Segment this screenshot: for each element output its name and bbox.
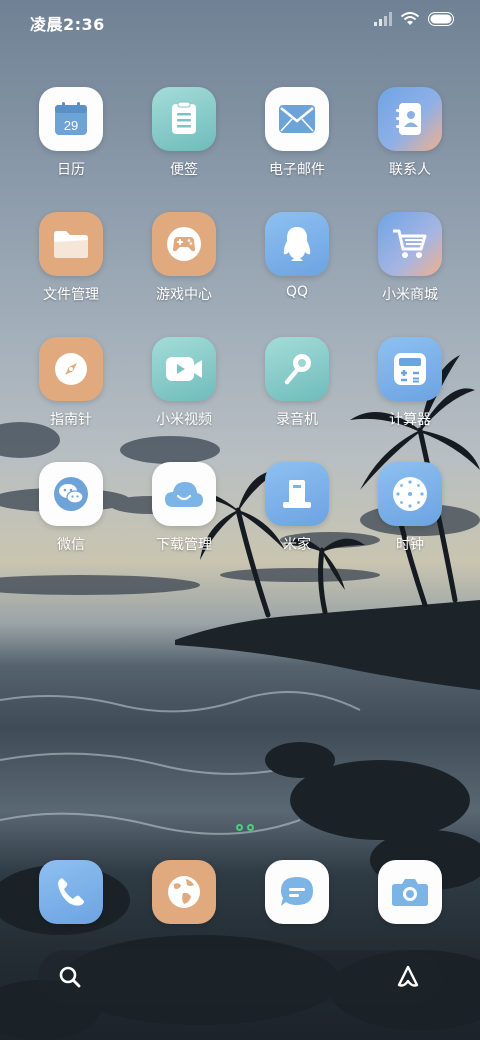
camera-icon bbox=[378, 860, 442, 924]
app-label: 文件管理 bbox=[43, 287, 99, 303]
app-qq[interactable]: QQ bbox=[247, 212, 347, 300]
app-label: 时钟 bbox=[396, 537, 424, 553]
notes-icon bbox=[152, 87, 216, 151]
folder-icon bbox=[39, 212, 103, 276]
status-time: 凌晨2:36 bbox=[30, 15, 105, 34]
app-clock[interactable]: 时钟 bbox=[360, 462, 460, 554]
search-bar[interactable] bbox=[38, 950, 442, 1004]
app-label: QQ bbox=[285, 284, 309, 300]
calendar-day: 29 bbox=[64, 118, 78, 133]
app-label: 小米商城 bbox=[382, 287, 438, 303]
dock-browser[interactable] bbox=[134, 860, 234, 924]
browser-globe-icon bbox=[152, 860, 216, 924]
wechat-icon bbox=[39, 462, 103, 526]
app-label: 小米视频 bbox=[156, 412, 212, 428]
app-label: 游戏中心 bbox=[156, 287, 212, 303]
shopping-cart-icon bbox=[378, 212, 442, 276]
app-label: 日历 bbox=[57, 162, 85, 178]
app-calculator[interactable]: 计算器 bbox=[360, 337, 460, 429]
app-contacts[interactable]: 联系人 bbox=[360, 87, 460, 179]
status-bar: 凌晨2:36 bbox=[0, 0, 480, 44]
compass-icon bbox=[39, 337, 103, 401]
signal-icon bbox=[374, 12, 392, 26]
app-label: 下载管理 bbox=[156, 537, 212, 553]
dock-camera[interactable] bbox=[360, 860, 460, 924]
cloud-download-icon bbox=[152, 462, 216, 526]
app-label: 便签 bbox=[170, 162, 198, 178]
app-mijia[interactable]: 米家 bbox=[247, 462, 347, 554]
page-indicator bbox=[236, 824, 254, 831]
video-icon bbox=[152, 337, 216, 401]
dock-phone[interactable] bbox=[21, 860, 121, 924]
mail-icon bbox=[265, 87, 329, 151]
app-label: 米家 bbox=[283, 537, 311, 553]
app-download-manager[interactable]: 下载管理 bbox=[134, 462, 234, 554]
app-email[interactable]: 电子邮件 bbox=[247, 87, 347, 179]
battery-icon bbox=[428, 12, 454, 26]
app-file-manager[interactable]: 文件管理 bbox=[21, 212, 121, 304]
app-label: 计算器 bbox=[389, 412, 431, 428]
contacts-icon bbox=[378, 87, 442, 151]
assistant-icon[interactable] bbox=[394, 963, 422, 991]
gamepad-icon bbox=[152, 212, 216, 276]
calendar-icon: 29 bbox=[39, 87, 103, 151]
app-calendar[interactable]: 29 日历 bbox=[21, 87, 121, 179]
smart-home-icon bbox=[265, 462, 329, 526]
phone-icon bbox=[39, 860, 103, 924]
app-label: 电子邮件 bbox=[269, 162, 325, 178]
page-dot bbox=[236, 824, 243, 831]
app-xiaomi-mall[interactable]: 小米商城 bbox=[360, 212, 460, 304]
page-dot bbox=[247, 824, 254, 831]
microphone-icon bbox=[265, 337, 329, 401]
app-game-center[interactable]: 游戏中心 bbox=[134, 212, 234, 304]
messages-icon bbox=[265, 860, 329, 924]
app-label: 指南针 bbox=[50, 412, 92, 428]
app-label: 微信 bbox=[57, 537, 85, 553]
penguin-icon bbox=[265, 212, 329, 276]
app-label: 录音机 bbox=[276, 412, 318, 428]
search-icon[interactable] bbox=[56, 963, 84, 991]
app-label: 联系人 bbox=[389, 162, 431, 178]
dock-messages[interactable] bbox=[247, 860, 347, 924]
wifi-icon bbox=[400, 12, 420, 25]
clock-icon bbox=[378, 462, 442, 526]
app-compass[interactable]: 指南针 bbox=[21, 337, 121, 429]
app-wechat[interactable]: 微信 bbox=[21, 462, 121, 554]
app-notes[interactable]: 便签 bbox=[134, 87, 234, 179]
calculator-icon bbox=[378, 337, 442, 401]
app-xiaomi-video[interactable]: 小米视频 bbox=[134, 337, 234, 429]
app-recorder[interactable]: 录音机 bbox=[247, 337, 347, 429]
